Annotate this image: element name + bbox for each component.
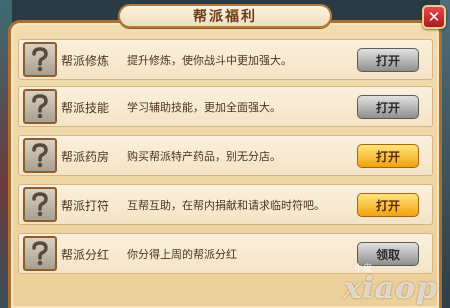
row-description: 学习辅助技能，更加全面强大。 xyxy=(127,101,281,114)
open-button[interactable]: 打开 xyxy=(357,193,419,217)
row-name: 帮派打符 xyxy=(61,199,110,213)
row-name: 帮派分红 xyxy=(61,248,110,262)
row-description: 购买帮派特产药品，别无分店。 xyxy=(127,150,281,163)
row-description: 提升修炼，使你战斗中更加强大。 xyxy=(127,54,292,67)
open-button[interactable]: 打开 xyxy=(357,144,419,168)
row-name: 帮派药房 xyxy=(61,150,110,164)
question-mark-icon xyxy=(23,187,57,222)
watermark-logo: xiaop xyxy=(343,271,438,306)
open-button[interactable]: 打开 xyxy=(357,95,419,119)
open-button[interactable]: 打开 xyxy=(357,48,419,72)
list-item: 帮派技能 学习辅助技能，更加全面强大。 打开 xyxy=(18,86,433,127)
question-mark-icon xyxy=(23,138,57,173)
dialog-title: 帮派福利 xyxy=(118,4,332,28)
list-item: 帮派药房 购买帮派特产药品，别无分店。 打开 xyxy=(18,135,433,176)
row-description: 你分得上周的帮派分红 xyxy=(127,248,237,261)
close-button[interactable]: ✕ xyxy=(422,5,446,29)
question-mark-icon xyxy=(23,42,57,77)
row-name: 帮派修炼 xyxy=(61,54,110,68)
row-name: 帮派技能 xyxy=(61,101,110,115)
list-item: 帮派打符 互帮互助，在帮内捐献和请求临时符吧。 打开 xyxy=(18,184,433,225)
row-description: 互帮互助，在帮内捐献和请求临时符吧。 xyxy=(127,199,325,212)
question-mark-icon xyxy=(23,236,57,271)
list-item: 帮派修炼 提升修炼，使你战斗中更加强大。 打开 xyxy=(18,39,433,80)
question-mark-icon xyxy=(23,89,57,124)
